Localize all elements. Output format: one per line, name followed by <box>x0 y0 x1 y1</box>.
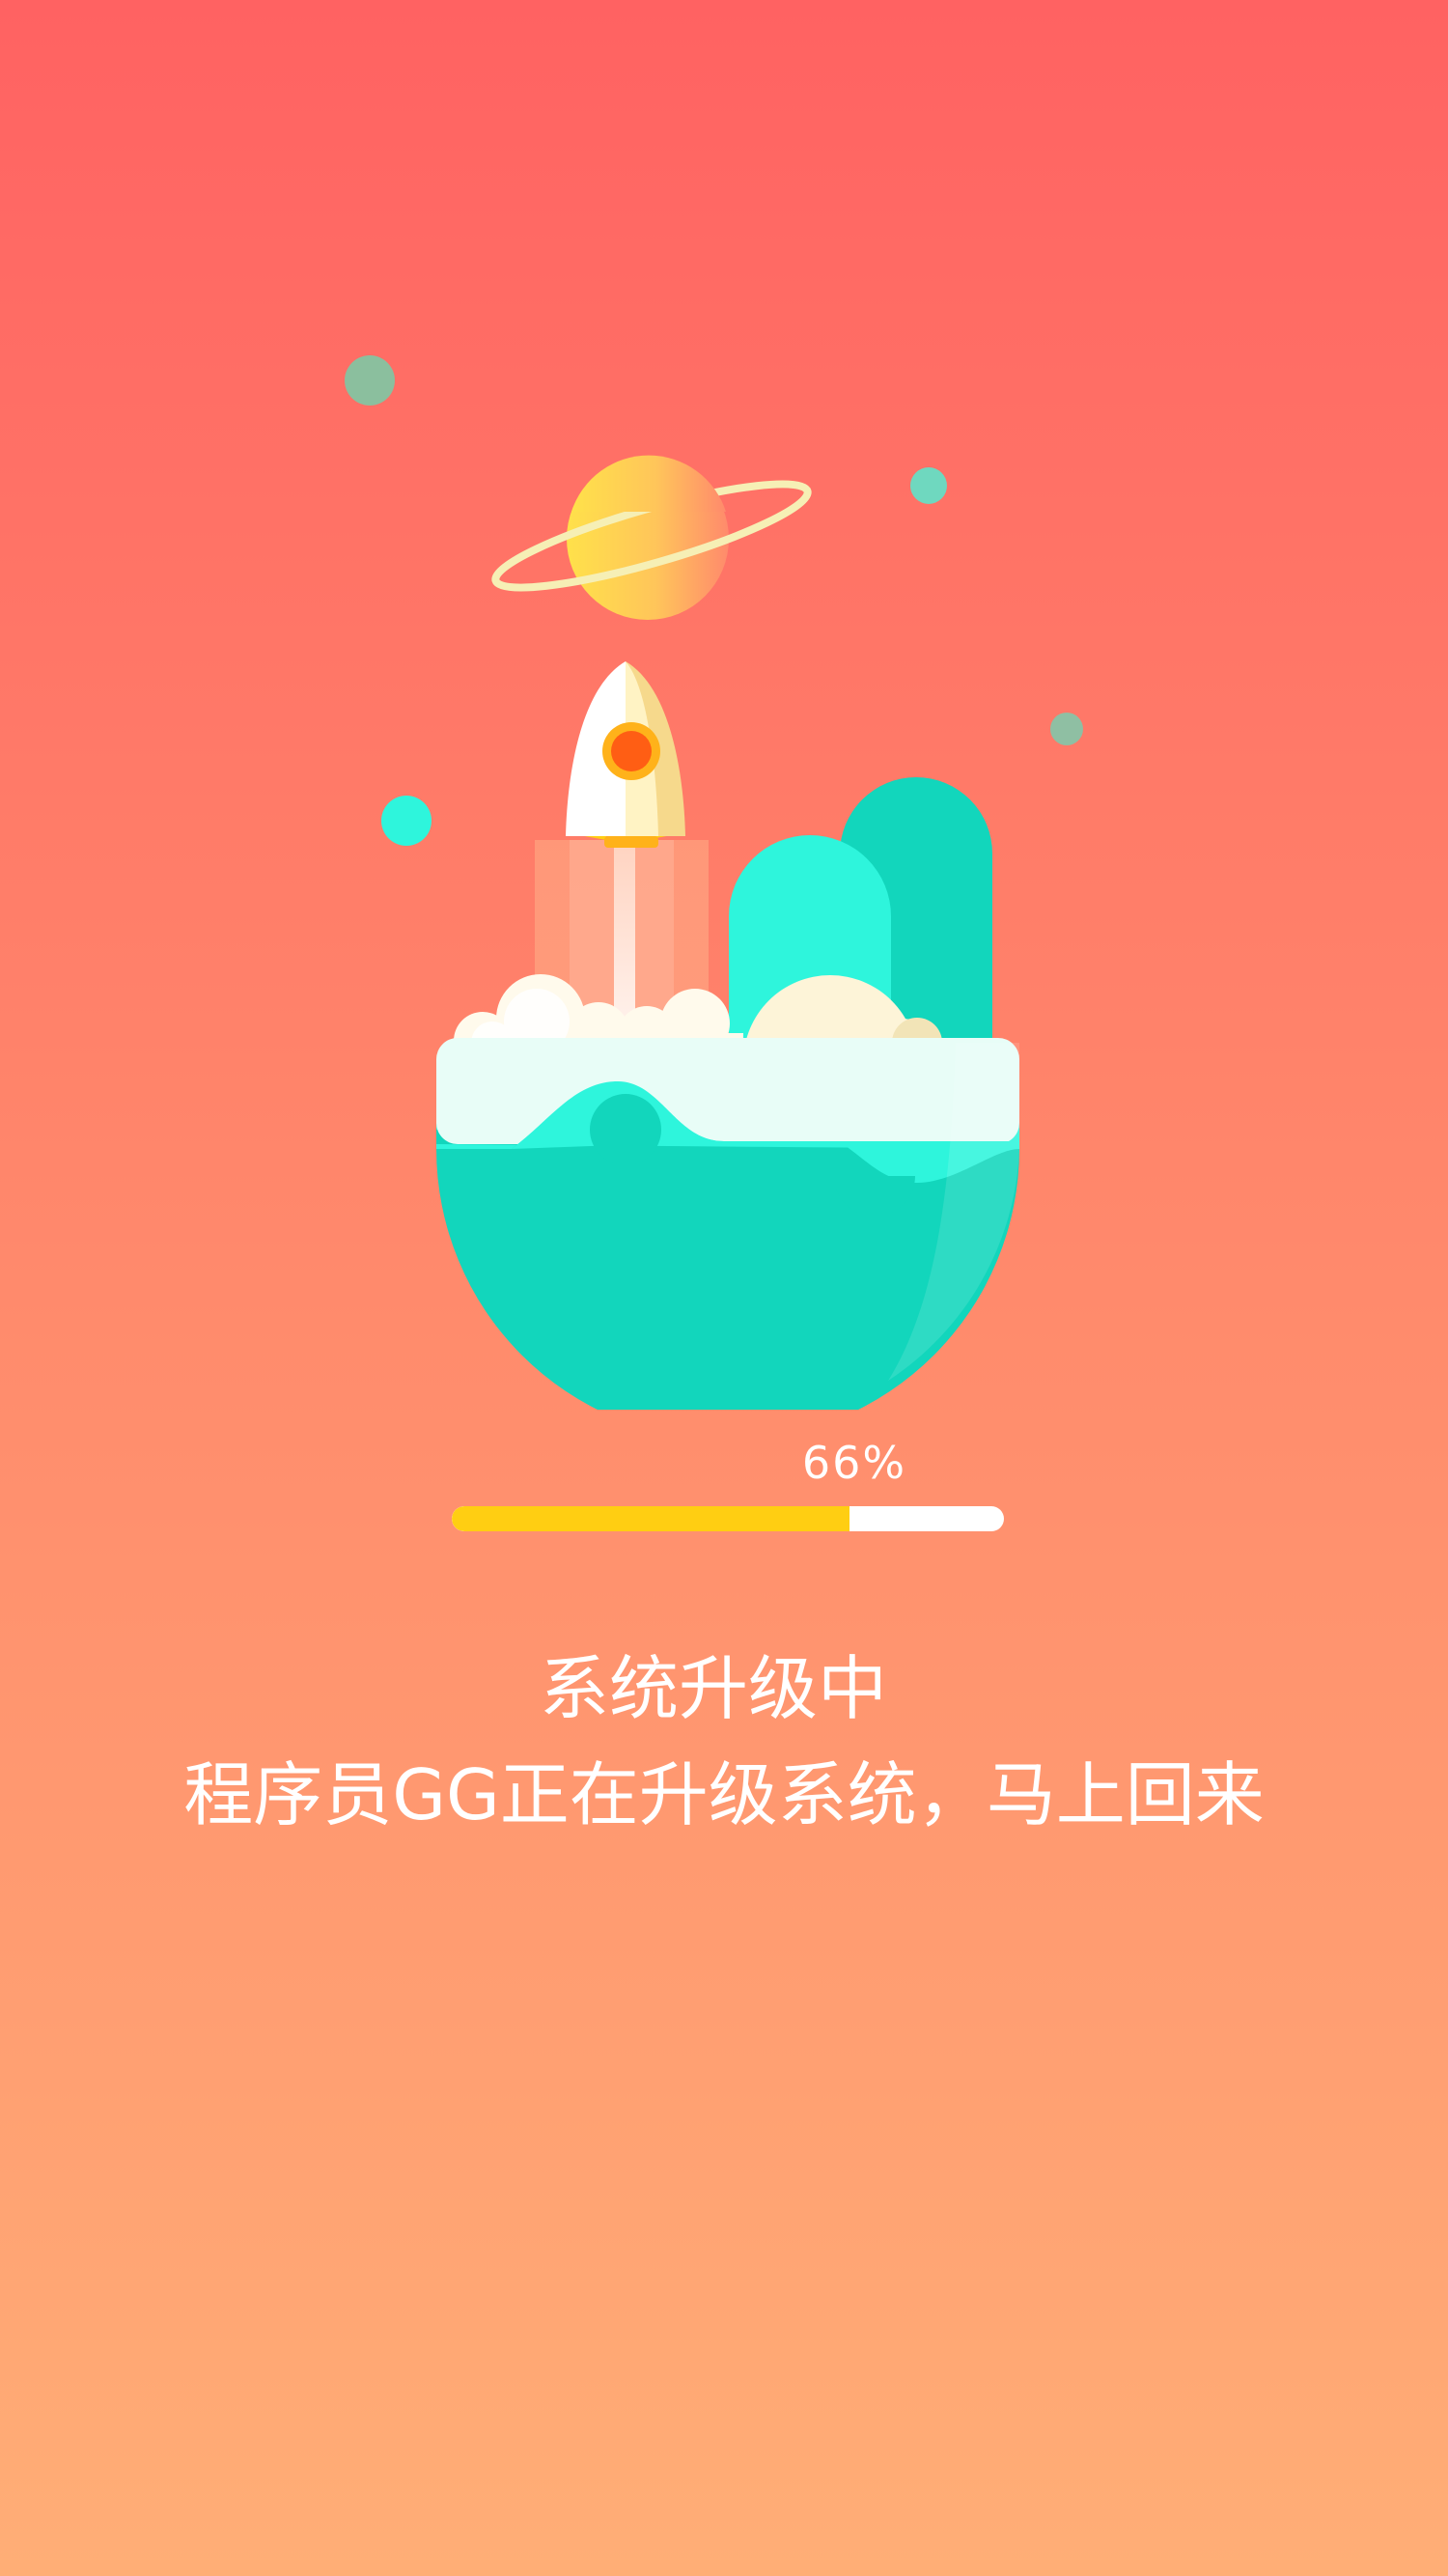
progress-bar-fill <box>452 1506 849 1531</box>
progress-percent-label: 66% <box>801 1437 907 1489</box>
maintenance-screen: 66% 系统升级中 程序员GG正在升级系统，马上回来 <box>0 0 1448 2576</box>
rocket-icon <box>566 661 685 848</box>
decorative-dot <box>345 355 395 406</box>
status-title: 系统升级中 <box>539 1648 887 1729</box>
island-icon <box>436 661 1019 1410</box>
decorative-dot <box>910 467 947 504</box>
planet-icon <box>491 455 812 620</box>
status-message: 程序员GG正在升级系统，马上回来 <box>183 1754 1265 1835</box>
progress-bar <box>452 1506 1004 1531</box>
decorative-dot <box>1050 713 1083 745</box>
